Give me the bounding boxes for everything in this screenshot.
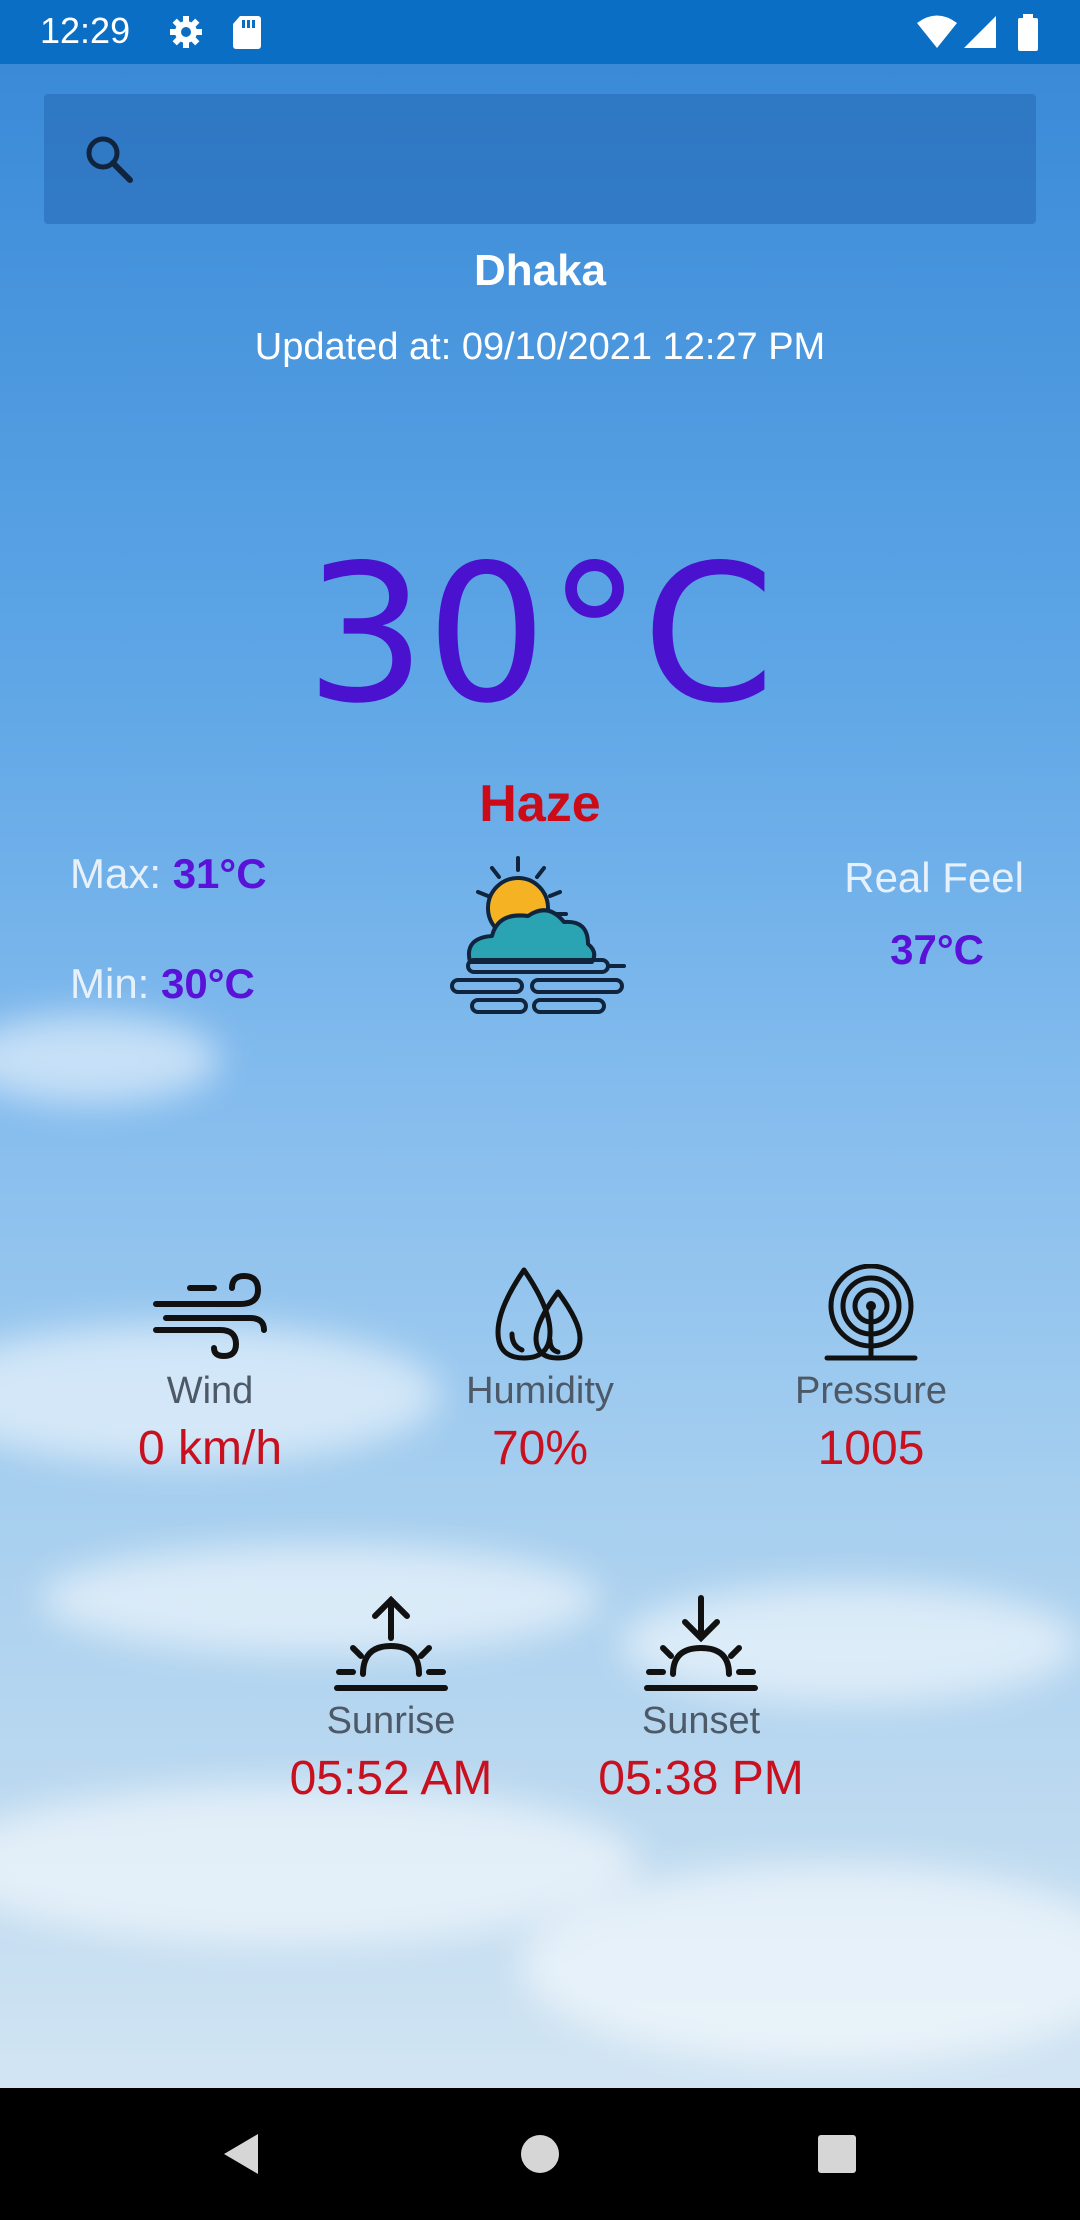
status-bar: 12:29 [0,0,1080,64]
wind-icon [153,1272,267,1360]
max-label: Max: [70,850,173,897]
back-icon[interactable] [218,2130,262,2178]
battery-icon [1018,14,1038,51]
sunset-value: 05:38 PM [598,1752,804,1805]
updated-at: Updated at: 09/10/2021 12:27 PM [254,326,826,368]
pressure-value: 1005 [817,1422,925,1475]
min-label: Min: [70,960,162,1007]
sunset-icon [644,1595,758,1691]
wifi-icon [917,15,957,48]
wind-label: Wind [166,1370,254,1412]
haze-icon [450,856,626,1014]
search-bar[interactable] [44,94,1036,224]
humidity-value: 70% [491,1422,589,1475]
pressure-icon [824,1264,918,1361]
sd-card-icon [233,16,261,49]
cloud-decoration [0,1784,640,1944]
settings-icon [170,16,202,48]
city-name: Dhaka [473,246,607,295]
real-feel-label: Real Feel [844,854,1024,901]
weather-main: Dhaka Updated at: 09/10/2021 12:27 PM 30… [0,64,1080,2088]
sunrise-detail: Sunrise 05:52 AM [226,1594,556,1806]
search-icon[interactable] [82,132,136,186]
max-value: 31°C [172,850,267,897]
cloud-decoration [0,1014,220,1104]
pressure-detail: Pressure 1005 [706,1264,1036,1476]
sunrise-label: Sunrise [326,1700,456,1742]
home-icon[interactable] [520,2134,560,2174]
wind-detail: Wind 0 km/h [45,1264,375,1476]
real-feel-value: 37°C [890,926,984,973]
sunrise-icon [334,1595,448,1691]
min-value: 30°C [161,960,255,1007]
humidity-label: Humidity [466,1370,614,1412]
min-temp: Min: 30°C [70,960,255,1008]
max-temp: Max: 31°C [70,850,267,898]
recents-icon[interactable] [817,2134,857,2174]
humidity-icon [495,1267,583,1361]
status-time: 12:29 [40,10,131,51]
signal-icon [964,16,996,48]
sunset-detail: Sunset 05:38 PM [536,1594,866,1806]
pressure-label: Pressure [794,1370,948,1412]
navigation-bar [0,2088,1080,2220]
wind-value: 0 km/h [137,1422,283,1475]
weather-condition: Haze [479,775,601,833]
sunrise-value: 05:52 AM [289,1752,493,1805]
temperature: 30°C [305,524,775,745]
sunset-label: Sunset [641,1700,761,1742]
search-input[interactable] [154,124,1008,196]
humidity-detail: Humidity 70% [375,1264,705,1476]
